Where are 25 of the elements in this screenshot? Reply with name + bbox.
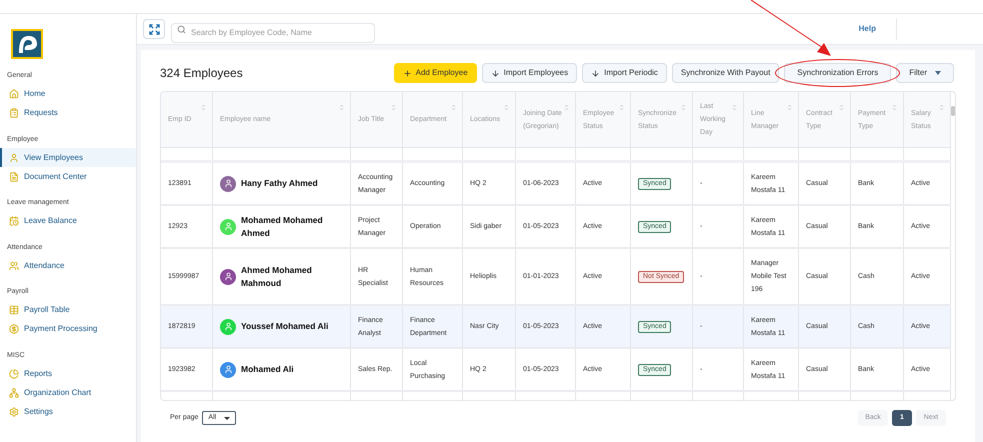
sidebar-item[interactable]: View Employees xyxy=(0,148,136,167)
sidebar-item[interactable]: Settings xyxy=(0,402,136,421)
employee-name[interactable]: Mohamed Ali xyxy=(241,363,294,376)
sidebar-item[interactable]: Payment Processing xyxy=(0,320,136,338)
add-employee-button[interactable]: Add Employee xyxy=(394,63,477,83)
employee-name[interactable]: Youssef Mohamed Ali xyxy=(241,320,328,333)
filter-button[interactable]: Filter xyxy=(896,63,954,83)
sidebar-item[interactable]: Organization Chart xyxy=(0,383,136,402)
import-button[interactable]: Import Periodic xyxy=(582,63,667,83)
sync-errors-button[interactable]: Synchronization Errors xyxy=(784,63,892,83)
page-title: 324 Employees xyxy=(160,65,243,82)
import-button[interactable]: Import Employees xyxy=(482,63,578,83)
sidebar-item[interactable]: Attendance xyxy=(0,256,136,275)
search-field[interactable]: Search by Employee Code, Name xyxy=(171,22,375,42)
sidebar-item[interactable]: Reports xyxy=(0,364,136,383)
employee-name[interactable]: Hany Fathy Ahmed xyxy=(241,177,318,190)
employee-name[interactable]: Ahmed Mohamed Mahmoud xyxy=(241,264,343,290)
sidebar-item[interactable]: Document Center xyxy=(0,167,136,186)
sidebar-item[interactable]: Payroll Table xyxy=(0,300,136,320)
sync-payout-button[interactable]: Synchronize With Payout xyxy=(672,63,780,83)
sidebar-item[interactable]: Home xyxy=(0,84,136,104)
employee-name[interactable]: Mohamed Mohamed Ahmed xyxy=(241,214,343,240)
help-link[interactable]: Help xyxy=(858,23,876,35)
sidebar-item[interactable]: Leave Balance xyxy=(0,212,136,230)
sidebar-item[interactable]: Requests xyxy=(0,104,136,122)
